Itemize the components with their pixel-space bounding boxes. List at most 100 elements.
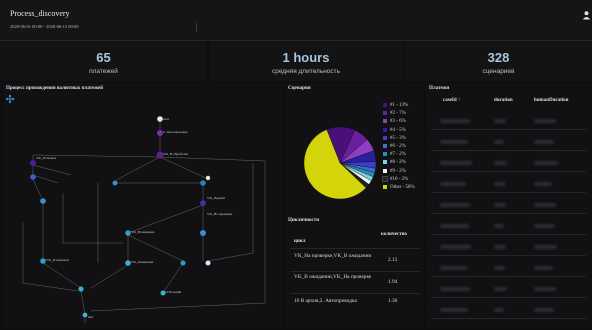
row-divider [431, 276, 586, 277]
blurred-cell [494, 161, 507, 165]
blurred-cell [534, 161, 558, 165]
kpi-card-scenarios: 328 сценариев [405, 41, 592, 81]
blurred-cell [494, 182, 505, 186]
blurred-cell [534, 266, 553, 270]
row-divider [431, 213, 586, 214]
cycle-name: VK_На проверке,VK_В ожидании [294, 253, 372, 259]
kpi-card-duration: 1 hours средняя длительность [209, 41, 403, 81]
node-label: VK_Возвращен [131, 230, 154, 234]
legend-swatch [383, 168, 387, 173]
column-header-duration[interactable]: duration [494, 98, 513, 103]
blurred-cell [494, 245, 506, 249]
legend-label: #4 - 5% [390, 127, 406, 133]
blurred-cell [440, 224, 469, 228]
cycle-name: 10 В архив,2. Автопроводка [294, 298, 357, 304]
row-divider [290, 271, 420, 272]
legend-item[interactable]: #3 - 6% [383, 119, 406, 125]
blurred-cell [494, 140, 504, 144]
node-label: 2. Автопроводка [163, 130, 188, 134]
cycles-panel: Цикличности цикл количество VK_На провер… [285, 215, 424, 328]
panel-title: Платежи [429, 86, 450, 91]
legend-swatch [383, 103, 387, 107]
user-icon[interactable] [582, 10, 591, 20]
blurred-cell [440, 266, 467, 270]
legend-label: #7 - 2% [390, 152, 406, 158]
blurred-cell [440, 119, 470, 123]
legend-item[interactable]: #10 - 2% [382, 175, 409, 183]
legend-label: #8 - 2% [390, 160, 406, 166]
legend-item[interactable]: #1 - 13% [383, 103, 408, 109]
kpi-value: 328 [487, 50, 510, 65]
blurred-cell [534, 203, 556, 207]
legend-item[interactable]: #5 - 3% [383, 135, 406, 142]
row-divider [431, 150, 586, 151]
blurred-cell [534, 224, 555, 228]
legend-swatch [383, 160, 387, 165]
blurred-cell [534, 287, 556, 291]
legend-swatch [383, 127, 387, 132]
cycle-count: 1.36 [388, 298, 398, 304]
row-divider [431, 234, 586, 235]
blurred-cell [440, 182, 466, 186]
row-divider [431, 171, 586, 172]
row-divider [431, 318, 586, 319]
blurred-cell [494, 203, 506, 207]
legend-label: #6 - 2% [390, 144, 406, 150]
date-range[interactable]: 2020-06-01 00:00 - 2020-06-15 00:00 [10, 24, 79, 29]
legend-swatch [383, 111, 387, 116]
column-header-count[interactable]: количество [381, 232, 407, 237]
legend-item[interactable]: #7 - 2% [383, 152, 406, 158]
legend-item[interactable]: #8 - 2% [383, 160, 406, 166]
legend-label: #5 - 3% [390, 135, 406, 141]
node-label: VK_Отправлен [46, 258, 69, 262]
legend-item[interactable]: #9 - 2% [383, 168, 406, 175]
row-divider [290, 248, 420, 249]
blurred-cell [440, 287, 470, 291]
column-header-cycle[interactable]: цикл [294, 239, 305, 244]
header-divider [196, 23, 197, 32]
legend-swatch [383, 135, 387, 140]
process-graph[interactable]: start 2. Автопроводка VK_В обработке VK_… [3, 83, 283, 328]
legend-swatch [383, 144, 387, 148]
legend-item[interactable]: #2 - 7% [383, 111, 406, 117]
payments-panel: Платежи caseId ↑ duration humanDuration [426, 83, 591, 328]
legend-label: Other - 58% [390, 185, 415, 191]
legend-swatch [383, 152, 387, 157]
kpi-label: средняя длительность [271, 68, 341, 75]
kpi-label: платежей [89, 68, 118, 75]
node-label: end [88, 315, 93, 319]
blurred-cell [494, 119, 506, 123]
row-divider [431, 192, 586, 193]
legend-swatch [382, 175, 388, 182]
legend-item[interactable]: #4 - 5% [383, 127, 406, 134]
blurred-cell [494, 224, 504, 228]
blurred-cell [440, 161, 472, 165]
column-header-humanduration[interactable]: humanDuration [534, 98, 568, 103]
column-header-caseid[interactable]: caseId ↑ [443, 98, 460, 103]
legend-label: #10 - 2% [390, 176, 409, 182]
node-label: VK_Отложен [36, 156, 56, 160]
panel-title: Цикличности [288, 218, 320, 223]
blurred-cell [440, 245, 471, 249]
node-label: start [163, 117, 169, 121]
blurred-cell [440, 140, 468, 144]
legend-label: #9 - 2% [390, 168, 406, 174]
scenarios-pie-chart[interactable] [300, 123, 380, 203]
blurred-cell [534, 308, 554, 312]
node-label: VK_В обработке [163, 152, 188, 156]
cycle-count: 2.13 [388, 257, 398, 263]
blurred-cell [440, 203, 470, 207]
blurred-cell [534, 140, 554, 144]
blurred-cell [534, 182, 552, 186]
cycle-name: VK_В ожидании,VK_На проверке [294, 274, 372, 280]
node-label: VK_На проверке [207, 212, 233, 216]
blurred-cell [494, 308, 504, 312]
kpi-label: сценариев [482, 68, 515, 75]
row-divider [290, 293, 420, 294]
legend-item[interactable]: Other - 58% [383, 185, 415, 191]
kpi-card-payments: 65 платежей [0, 41, 207, 81]
legend-item[interactable]: #6 - 2% [383, 144, 406, 150]
cycle-count: 1.94 [388, 279, 398, 285]
row-divider [431, 297, 586, 298]
legend-label: #3 - 6% [390, 119, 406, 125]
